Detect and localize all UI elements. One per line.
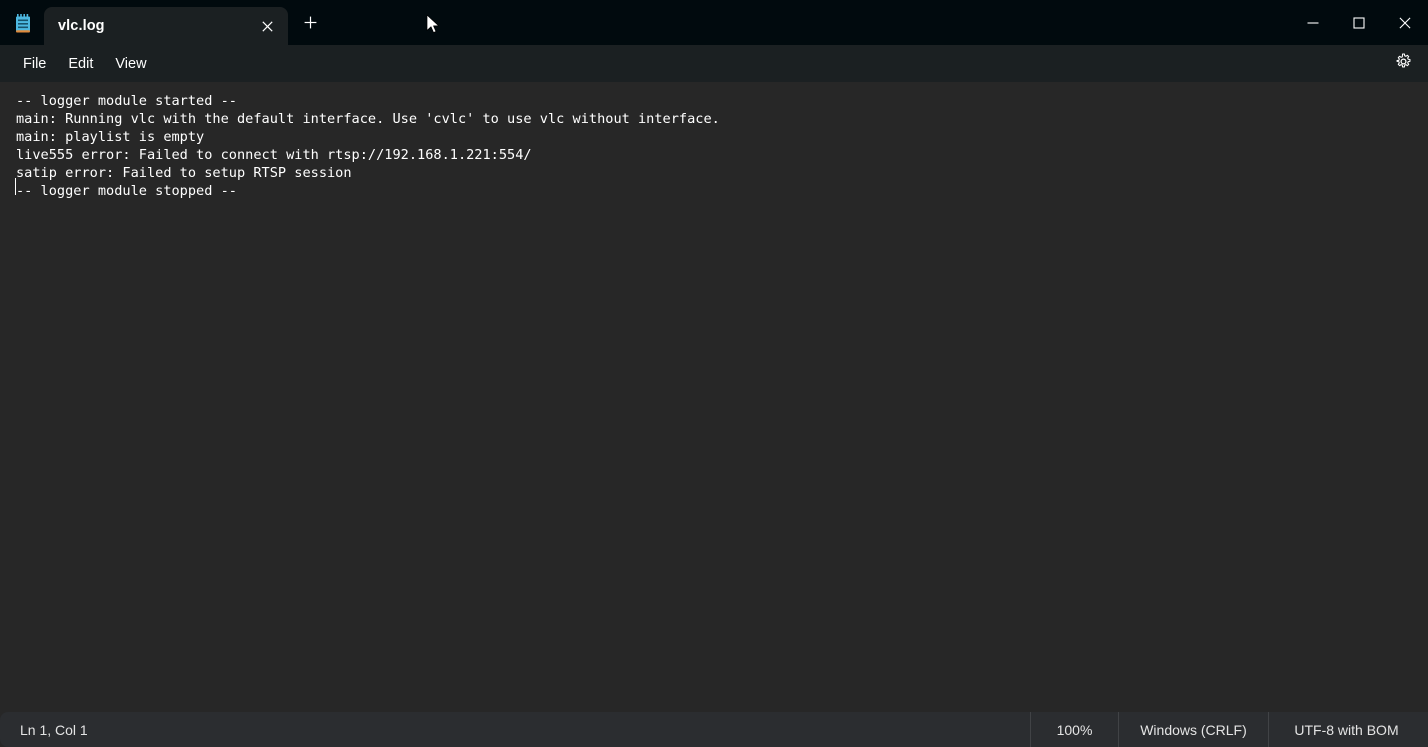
tab-title: vlc.log xyxy=(58,18,105,34)
status-bar: Ln 1, Col 1 100% Windows (CRLF) UTF-8 wi… xyxy=(0,712,1428,747)
menu-edit[interactable]: Edit xyxy=(57,50,104,78)
line-ending[interactable]: Windows (CRLF) xyxy=(1118,712,1268,747)
status-right-group: 100% Windows (CRLF) UTF-8 with BOM xyxy=(1030,712,1428,747)
settings-button[interactable] xyxy=(1390,51,1416,77)
new-tab-button[interactable] xyxy=(296,12,324,38)
window-controls xyxy=(1290,0,1428,45)
notepad-icon xyxy=(14,13,34,34)
tab-close-icon[interactable] xyxy=(254,14,280,38)
menu-bar: File Edit View xyxy=(0,45,1428,82)
close-button[interactable] xyxy=(1382,0,1428,45)
zoom-level[interactable]: 100% xyxy=(1030,712,1118,747)
cursor-position: Ln 1, Col 1 xyxy=(20,721,88,738)
plus-icon xyxy=(304,16,317,34)
tab-vlc-log[interactable]: vlc.log xyxy=(44,7,288,45)
menu-file[interactable]: File xyxy=(12,50,57,78)
maximize-button[interactable] xyxy=(1336,0,1382,45)
notepad-window: vlc.log File Edit View -- logger module … xyxy=(0,0,1428,747)
title-bar: vlc.log xyxy=(0,0,1428,45)
minimize-button[interactable] xyxy=(1290,0,1336,45)
editor-content: -- logger module started -- main: Runnin… xyxy=(16,93,720,199)
menu-view[interactable]: View xyxy=(104,50,157,78)
text-editor-area[interactable]: -- logger module started -- main: Runnin… xyxy=(0,82,1428,712)
gear-icon xyxy=(1395,53,1412,75)
encoding[interactable]: UTF-8 with BOM xyxy=(1268,712,1428,747)
